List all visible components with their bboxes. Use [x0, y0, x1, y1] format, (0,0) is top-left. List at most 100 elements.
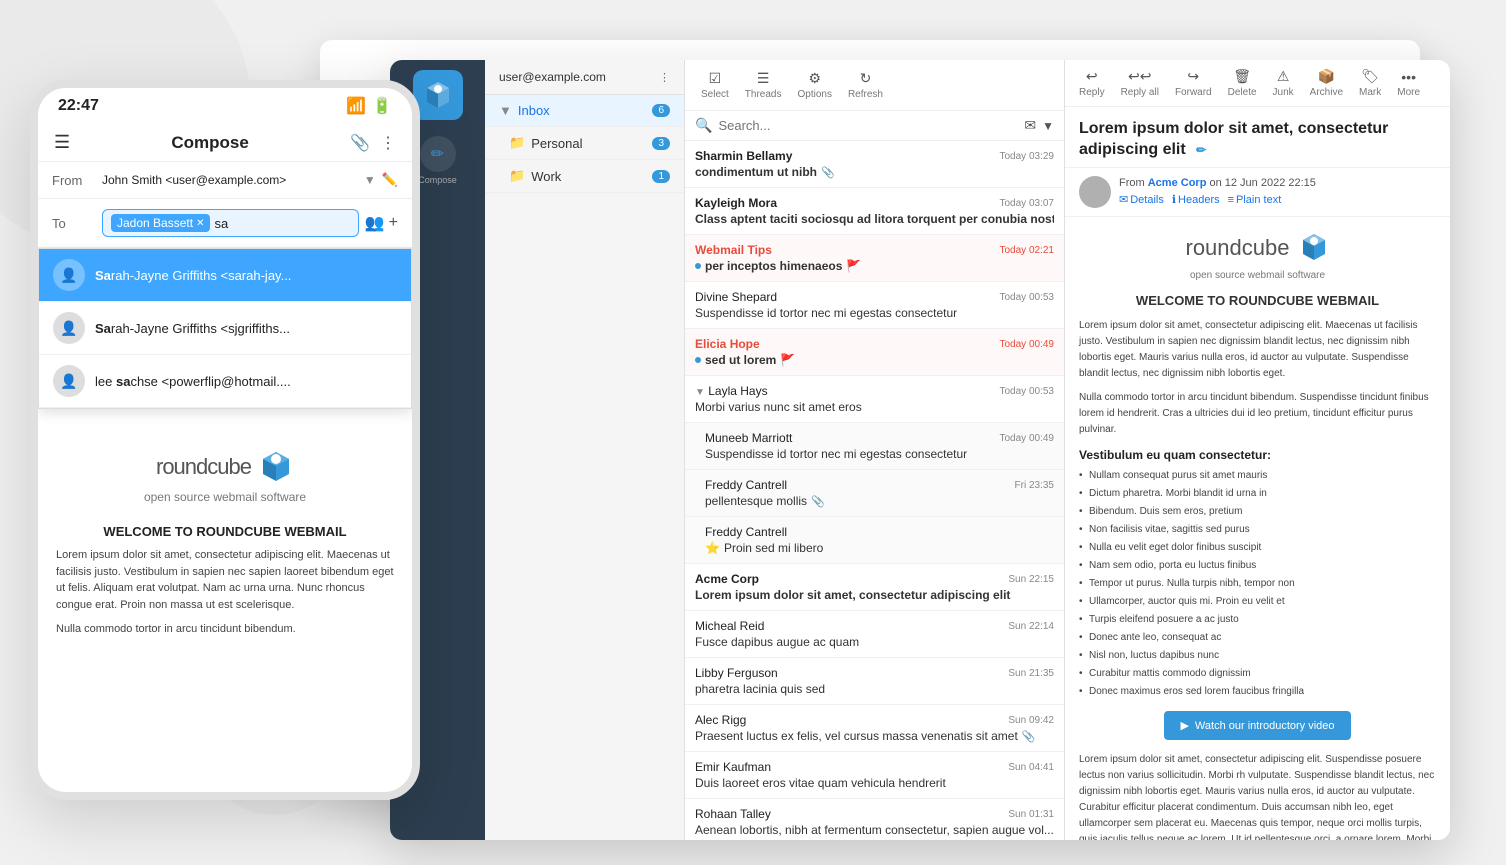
refresh-label: Refresh: [848, 89, 883, 100]
folder-inbox[interactable]: ▼ Inbox 6: [485, 95, 684, 127]
email-item-9[interactable]: Freddy Cantrell ⭐ Proin sed mi libero: [685, 517, 1064, 564]
email-list-toolbar: ☑ Select ☰ Threads ⚙ Options ↻ Refresh: [685, 60, 1064, 111]
autocomplete-item-1[interactable]: 👤 Sarah-Jayne Griffiths <sarah-jay...: [39, 249, 411, 302]
remove-recipient-icon[interactable]: ✕: [196, 218, 204, 229]
autocomplete-item-3[interactable]: 👤 lee sachse <powerflip@hotmail....: [39, 355, 411, 408]
email-date-1: Today 03:29: [1000, 151, 1055, 162]
archive-button[interactable]: 📦 Archive: [1304, 66, 1349, 100]
mobile-status-icons: 📶 🔋: [346, 96, 392, 116]
email-date-7: Today 00:49: [1000, 433, 1055, 444]
email-item-3[interactable]: Webmail Tips Today 02:21 per inceptos hi…: [685, 235, 1064, 282]
refresh-icon: ↻: [860, 70, 872, 87]
email-view-subject: Lorem ipsum dolor sit amet, consectetur …: [1079, 120, 1388, 158]
email-item-4[interactable]: Divine Shepard Today 00:53 Suspendisse i…: [685, 282, 1064, 329]
search-magnifier-icon: 🔍: [695, 117, 712, 134]
email-sender-5: Elicia Hope: [695, 337, 760, 351]
select-container: ☑ Select: [695, 68, 735, 102]
headers-link[interactable]: ℹ Headers: [1172, 193, 1220, 206]
flag-icon-3: 🚩: [846, 259, 861, 273]
threads-button[interactable]: ☰ Threads: [739, 68, 788, 102]
email-item-12[interactable]: Libby Ferguson Sun 21:35 pharetra lacini…: [685, 658, 1064, 705]
threads-label: Threads: [745, 89, 782, 100]
email-item-2[interactable]: Kayleigh Mora Today 03:07 Class aptent t…: [685, 188, 1064, 235]
email-item-13[interactable]: Alec Rigg Sun 09:42 Praesent luctus ex f…: [685, 705, 1064, 752]
autocomplete-item-2[interactable]: 👤 Sarah-Jayne Griffiths <sjgriffiths...: [39, 302, 411, 355]
refresh-button[interactable]: ↻ Refresh: [842, 68, 889, 102]
rc-body2: Nulla commodo tortor in arcu tincidunt b…: [1079, 390, 1436, 438]
folder-work[interactable]: 📁 Work 1: [485, 160, 684, 193]
group-icon[interactable]: 👥: [365, 213, 385, 233]
rc-list-item-8: Ullamcorper, auctor quis mi. Proin eu ve…: [1089, 594, 1436, 609]
select-button[interactable]: ☑ Select: [695, 68, 735, 102]
mark-label: Mark: [1359, 87, 1381, 98]
attachment-icon[interactable]: 📎: [350, 133, 370, 153]
to-recipient-tag[interactable]: Jadon Bassett ✕: [111, 214, 210, 232]
autocomplete-name-1: Sarah-Jayne Griffiths <sarah-jay...: [95, 268, 291, 283]
search-input[interactable]: [718, 118, 1018, 133]
more-options-button[interactable]: ••• More: [1391, 67, 1426, 100]
headers-label: Headers: [1178, 194, 1220, 206]
mobile-rc-logo-area: roundcube open source webmail software: [56, 429, 394, 514]
work-folder-icon: 📁: [509, 168, 525, 184]
reply-button[interactable]: ↩ Reply: [1073, 66, 1111, 100]
folder-personal[interactable]: 📁 Personal 3: [485, 127, 684, 160]
from-select[interactable]: John Smith <user@example.com> ▼ ✏️: [102, 172, 398, 188]
email-list-panel: ☑ Select ☰ Threads ⚙ Options ↻ Refresh 🔍…: [685, 60, 1065, 840]
add-recipient-icon[interactable]: +: [389, 214, 398, 232]
folder-user-email: user@example.com: [499, 70, 606, 84]
email-item-10[interactable]: Acme Corp Sun 22:15 Lorem ipsum dolor si…: [685, 564, 1064, 611]
options-button[interactable]: ⚙ Options: [791, 68, 837, 102]
more-icon[interactable]: ⋮: [380, 133, 396, 153]
email-view-panel: ↩ Reply ↩↩ Reply all ↪ Forward 🗑 Delete …: [1065, 60, 1450, 840]
video-btn-label: Watch our introductory video: [1195, 720, 1335, 732]
mobile-status-bar: 22:47 📶 🔋: [38, 88, 412, 124]
folder-header: user@example.com ⋮: [485, 60, 684, 95]
delete-icon: 🗑: [1233, 68, 1251, 85]
email-sender-2: Kayleigh Mora: [695, 196, 777, 210]
email-subject-7: Suspendisse id tortor nec mi egestas con…: [705, 447, 1054, 461]
email-item-6[interactable]: ▼ Layla Hays Today 00:53 Morbi varius nu…: [685, 376, 1064, 423]
acme-corp-link[interactable]: Acme Corp: [1148, 177, 1207, 189]
email-item-1[interactable]: Sharmin Bellamy Today 03:29 condimentum …: [685, 141, 1064, 188]
junk-button[interactable]: ⚠ Junk: [1267, 66, 1300, 100]
reply-label: Reply: [1079, 87, 1105, 98]
reply-all-button[interactable]: ↩↩ Reply all: [1115, 66, 1165, 100]
hamburger-icon[interactable]: ☰: [54, 132, 70, 153]
select-arrow-icon: ▼: [364, 173, 376, 187]
email-item-15[interactable]: Rohaan Talley Sun 01:31 Aenean lobortis,…: [685, 799, 1064, 840]
unread-dot-3: [695, 263, 701, 269]
rc-cube-icon: [259, 449, 294, 484]
email-item-7[interactable]: Muneeb Marriott Today 00:49 Suspendisse …: [685, 423, 1064, 470]
email-item-11[interactable]: Micheal Reid Sun 22:14 Fusce dapibus aug…: [685, 611, 1064, 658]
email-item-8[interactable]: Freddy Cantrell Fri 23:35 pellentesque m…: [685, 470, 1064, 517]
plain-text-link[interactable]: ≡ Plain text: [1228, 193, 1282, 206]
rc-list-item-9: Turpis eleifend posuere a ac justo: [1089, 612, 1436, 627]
to-search-input[interactable]: sa: [214, 216, 254, 231]
email-meta-links: ✉ Details ℹ Headers ≡ Plain text: [1119, 193, 1316, 206]
email-from-info: From Acme Corp on 12 Jun 2022 22:15: [1119, 177, 1316, 189]
search-dropdown-icon[interactable]: ▼: [1042, 119, 1054, 133]
email-item-14[interactable]: Emir Kaufman Sun 04:41 Duis laoreet eros…: [685, 752, 1064, 799]
video-btn-container: ▶ Watch our introductory video: [1079, 711, 1436, 740]
watch-video-button[interactable]: ▶ Watch our introductory video: [1164, 711, 1350, 740]
forward-button[interactable]: ↪ Forward: [1169, 66, 1218, 100]
edit-subject-icon[interactable]: ✏: [1196, 143, 1206, 157]
mark-button[interactable]: 🏷 Mark: [1353, 66, 1387, 100]
email-item-5[interactable]: Elicia Hope Today 00:49 sed ut lorem 🚩: [685, 329, 1064, 376]
email-sender-6: ▼ Layla Hays: [695, 384, 768, 398]
to-input-area[interactable]: Jadon Bassett ✕ sa: [102, 209, 359, 237]
mobile-rc-subtitle: open source webmail software: [56, 490, 394, 504]
email-subject-3: per inceptos himenaeos 🚩: [695, 259, 1054, 273]
email-sender-4: Divine Shepard: [695, 290, 777, 304]
email-subject-11: Fusce dapibus augue ac quam: [695, 635, 1054, 649]
rc-list-item-5: Nulla eu velit eget dolor finibus suscip…: [1089, 540, 1436, 555]
delete-button[interactable]: 🗑 Delete: [1222, 66, 1263, 100]
edit-pen-icon[interactable]: ✏️: [382, 172, 398, 188]
email-date-12: Sun 21:35: [1008, 668, 1054, 679]
thread-toggle-icon[interactable]: ▼: [695, 387, 705, 398]
details-link[interactable]: ✉ Details: [1119, 193, 1164, 206]
email-date-2: Today 03:07: [1000, 198, 1055, 209]
lines-icon: ≡: [1228, 194, 1234, 206]
email-subject-9: ⭐ Proin sed mi libero: [705, 541, 1054, 555]
folder-menu-icon[interactable]: ⋮: [659, 71, 670, 84]
